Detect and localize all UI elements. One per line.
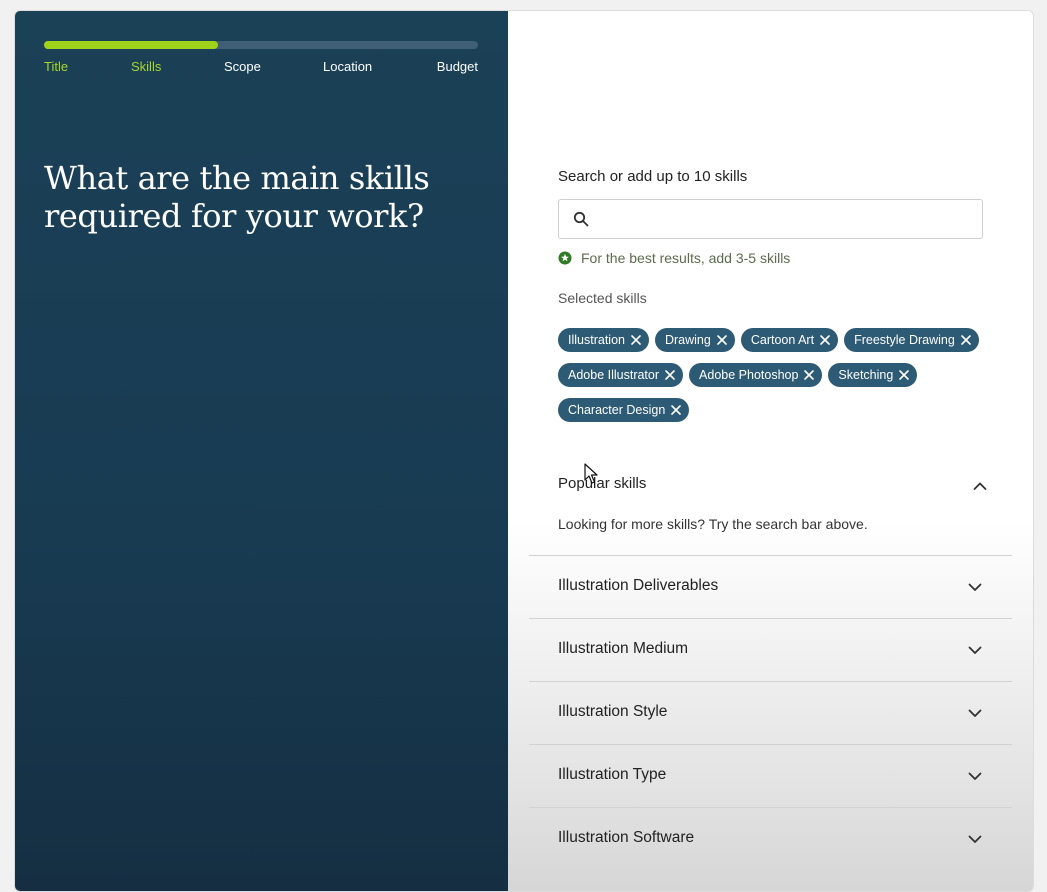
left-panel: Title Skills Scope Location Budget What … xyxy=(15,11,508,891)
category-label: Illustration Software xyxy=(558,829,695,846)
skill-chip[interactable]: Adobe Illustrator xyxy=(558,363,684,387)
skill-chip[interactable]: Sketching xyxy=(828,363,918,387)
progress-bar xyxy=(44,41,478,49)
skill-chip-label: Illustration xyxy=(568,333,625,347)
close-icon[interactable] xyxy=(716,334,728,346)
close-icon[interactable] xyxy=(670,404,682,416)
category-illustration-medium[interactable]: Illustration Medium xyxy=(529,618,1012,681)
skill-chip-label: Sketching xyxy=(838,368,894,382)
search-input[interactable] xyxy=(599,206,973,232)
category-illustration-type[interactable]: Illustration Type xyxy=(529,744,1012,807)
skill-chip[interactable]: Freestyle Drawing xyxy=(844,328,979,352)
close-icon[interactable] xyxy=(960,334,972,346)
skill-chip[interactable]: Character Design xyxy=(558,398,690,422)
popular-skills-title: Popular skills xyxy=(558,475,647,492)
close-icon[interactable] xyxy=(664,369,676,381)
skill-chip[interactable]: Cartoon Art xyxy=(740,328,839,352)
category-illustration-software[interactable]: Illustration Software xyxy=(529,807,1012,870)
category-label: Illustration Type xyxy=(558,766,667,783)
skill-chip-label: Freestyle Drawing xyxy=(854,333,955,347)
category-label: Illustration Medium xyxy=(558,640,689,657)
right-panel: Search or add up to 10 skills For the be… xyxy=(508,11,1033,891)
skill-chip[interactable]: Drawing xyxy=(654,328,735,352)
skill-chip[interactable]: Adobe Photoshop xyxy=(689,363,823,387)
skill-chip-label: Adobe Illustrator xyxy=(568,368,660,382)
step-title: Title xyxy=(44,59,69,74)
category-label: Illustration Style xyxy=(558,703,668,720)
popular-skills-header[interactable]: Popular skills xyxy=(558,475,988,497)
popular-skills-description: Looking for more skills? Try the search … xyxy=(558,516,868,532)
search-label: Search or add up to 10 skills xyxy=(558,168,748,185)
step-skills: Skills xyxy=(131,59,162,74)
selected-skills-list: Illustration Drawing Cartoon Art Freesty… xyxy=(558,328,998,422)
skill-chip-label: Adobe Photoshop xyxy=(699,368,799,382)
step-scope: Scope xyxy=(224,59,261,74)
hint-text: For the best results, add 3-5 skills xyxy=(581,250,791,266)
category-illustration-deliverables[interactable]: Illustration Deliverables xyxy=(529,555,1012,618)
chevron-down-icon[interactable] xyxy=(967,768,983,784)
skill-chip[interactable]: Illustration xyxy=(558,328,649,352)
search-icon xyxy=(573,211,589,227)
skill-chip-label: Drawing xyxy=(664,333,711,347)
close-icon[interactable] xyxy=(630,334,642,346)
mouse-cursor-icon xyxy=(584,463,598,484)
skill-category-list: Illustration Deliverables Illustration M… xyxy=(529,555,1012,870)
step-budget: Budget xyxy=(436,59,478,74)
skill-chip-label: Cartoon Art xyxy=(750,333,815,347)
page-title: What are the main skills required for yo… xyxy=(44,159,430,235)
close-icon[interactable] xyxy=(898,369,910,381)
skills-hint: For the best results, add 3-5 skills xyxy=(558,250,790,266)
progress-bar-fill xyxy=(44,41,218,49)
category-illustration-style[interactable]: Illustration Style xyxy=(529,681,1012,744)
step-location: Location xyxy=(323,59,373,74)
category-label: Illustration Deliverables xyxy=(558,577,719,594)
close-icon[interactable] xyxy=(803,369,815,381)
job-post-wizard: Title Skills Scope Location Budget What … xyxy=(14,10,1034,892)
selected-skills-label: Selected skills xyxy=(558,290,647,306)
chevron-up-icon[interactable] xyxy=(972,478,988,494)
chevron-down-icon[interactable] xyxy=(967,705,983,721)
chevron-down-icon[interactable] xyxy=(967,831,983,847)
search-box[interactable] xyxy=(558,199,983,239)
chevron-down-icon[interactable] xyxy=(967,579,983,595)
star-badge-icon xyxy=(558,251,572,265)
skill-chip-label: Character Design xyxy=(568,403,666,417)
progress-steps: Title Skills Scope Location Budget xyxy=(44,59,478,77)
close-icon[interactable] xyxy=(819,334,831,346)
chevron-down-icon[interactable] xyxy=(967,642,983,658)
